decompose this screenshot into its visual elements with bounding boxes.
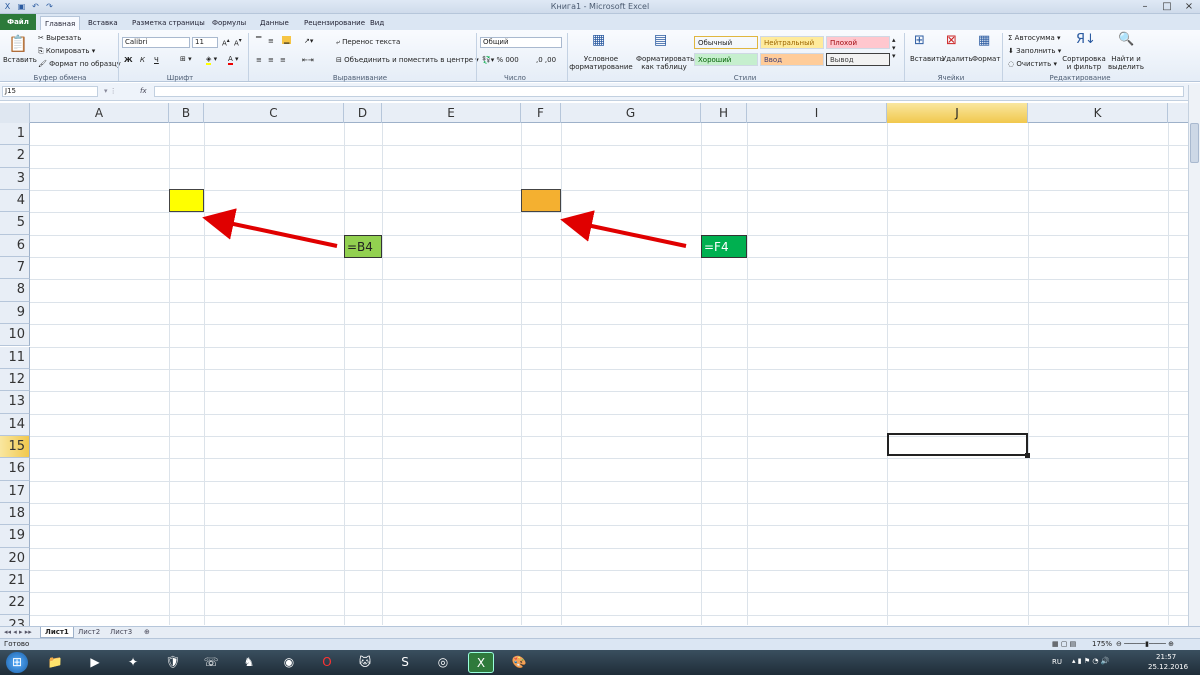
clock-date[interactable]: 25.12.2016 xyxy=(1148,663,1188,671)
status-bar: Готово ▦ ▢ ▤ 175% ⊖ ─────▮──── ⊕ xyxy=(0,638,1200,650)
chrome-icon[interactable]: ◎ xyxy=(430,652,456,673)
paint-icon[interactable]: 🎨 xyxy=(506,652,532,673)
media-player-icon[interactable]: ▶ xyxy=(82,652,108,673)
arrow-h6-to-f4 xyxy=(560,210,687,248)
sheet-nav-icons[interactable]: ◂◂ ◂ ▸ ▸▸ xyxy=(0,627,36,638)
explorer-icon[interactable]: 📁 xyxy=(42,652,68,673)
sheet-tab-1[interactable]: Лист1 xyxy=(40,627,74,638)
cat-icon[interactable]: 🐱 xyxy=(352,652,378,673)
viber-icon[interactable]: ☏ xyxy=(198,652,224,673)
start-button[interactable]: ⊞ xyxy=(6,652,28,673)
sheet-tab-bar: ◂◂ ◂ ▸ ▸▸ Лист1 Лист2 Лист3 ⊕ xyxy=(0,626,1200,638)
skype-icon[interactable]: S xyxy=(392,652,418,673)
zoom-slider[interactable]: ⊖ ─────▮──── ⊕ xyxy=(1116,640,1174,648)
taskbar: ⊞ 📁 ▶ ✦ 🛡 ☏ ♞ ◉ O 🐱 S ◎ X 🎨 RU ▴ ▮ ⚑ ◔ 🔊… xyxy=(0,650,1200,675)
status-ready: Готово xyxy=(4,640,30,648)
browser-icon[interactable]: ◉ xyxy=(276,652,302,673)
excel-taskbar-icon[interactable]: X xyxy=(468,652,494,673)
clock-time[interactable]: 21:57 xyxy=(1156,653,1176,661)
game-icon[interactable]: ♞ xyxy=(236,652,262,673)
zoom-level[interactable]: 175% xyxy=(1092,640,1112,648)
new-sheet-icon[interactable]: ⊕ xyxy=(140,627,154,638)
view-buttons[interactable]: ▦ ▢ ▤ xyxy=(1052,640,1076,648)
scroll-thumb[interactable] xyxy=(1190,123,1199,163)
language-indicator[interactable]: RU xyxy=(1052,658,1062,666)
annotation-arrows xyxy=(202,208,687,248)
tray-icons[interactable]: ▴ ▮ ⚑ ◔ 🔊 xyxy=(1072,657,1109,665)
vertical-scrollbar[interactable] xyxy=(1188,85,1200,640)
arrow-d6-to-b4 xyxy=(202,208,338,248)
sheet-tab-3[interactable]: Лист3 xyxy=(106,627,136,638)
shield-icon[interactable]: 🛡 xyxy=(160,652,186,673)
opera-icon[interactable]: O xyxy=(314,652,340,673)
app-icon[interactable]: ✦ xyxy=(120,652,146,673)
sheet-tab-2[interactable]: Лист2 xyxy=(74,627,104,638)
